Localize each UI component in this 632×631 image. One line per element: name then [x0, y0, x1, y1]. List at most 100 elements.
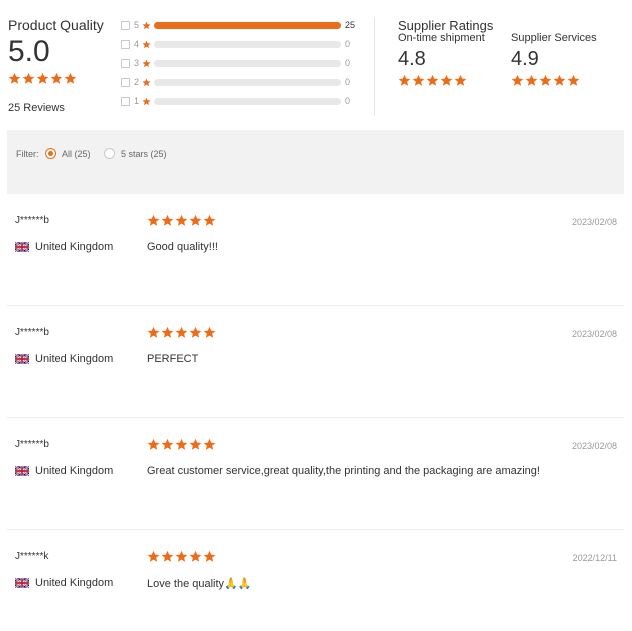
- filter-option-label: 5 stars (25): [121, 148, 167, 159]
- histogram-bar: [154, 98, 341, 105]
- rating-score: 4.9: [511, 48, 539, 70]
- star-icon: [525, 74, 538, 87]
- histogram-row-5[interactable]: 5 25: [121, 20, 361, 39]
- star-icon: [203, 550, 216, 563]
- product-quality-title: Product Quality: [8, 17, 104, 33]
- review-stars: [147, 214, 216, 227]
- review-count: 25 Reviews: [8, 102, 65, 114]
- histogram-count: 25: [345, 20, 356, 30]
- histogram-star-number: 3: [134, 58, 140, 68]
- supplier-services-rating: Supplier Services 4.9: [511, 32, 597, 87]
- star-icon: [142, 59, 151, 68]
- radio-button[interactable]: [104, 148, 115, 159]
- star-icon: [147, 214, 160, 227]
- histogram-bar: [154, 60, 341, 67]
- star-icon: [142, 78, 151, 87]
- review-date: 2023/02/08: [571, 329, 617, 339]
- rating-score: 4.8: [398, 48, 426, 70]
- review-stars: [147, 438, 216, 451]
- star-icon: [189, 550, 202, 563]
- review-date: 2022/12/11: [572, 553, 617, 563]
- product-quality-stars: [8, 72, 77, 85]
- histogram-checkbox[interactable]: [121, 21, 130, 30]
- review-text: Love the quality🙏🙏: [147, 578, 252, 590]
- star-icon: [161, 326, 174, 339]
- star-icon: [398, 74, 411, 87]
- histogram-bar: [154, 22, 341, 29]
- review-item: J******b United Kingdom Good quality!!! …: [7, 194, 624, 306]
- histogram-row-2[interactable]: 2 0: [121, 77, 361, 96]
- star-icon: [567, 74, 580, 87]
- filter-option-5-stars[interactable]: 5 stars (25): [104, 148, 167, 159]
- histogram-star-number: 5: [134, 20, 140, 30]
- reviewer-country: United Kingdom: [15, 465, 113, 477]
- star-icon: [142, 21, 151, 30]
- review-item: J******b United Kingdom PERFECT 2023/02/…: [7, 306, 624, 418]
- histogram-star-number: 1: [134, 96, 140, 106]
- star-icon: [189, 438, 202, 451]
- country-name: United Kingdom: [35, 241, 114, 253]
- star-icon: [412, 74, 425, 87]
- reviewer-name: J******k: [15, 551, 49, 562]
- histogram-bar-fill: [154, 22, 341, 29]
- reviewer-name: J******b: [15, 439, 49, 450]
- histogram-row-1[interactable]: 1 0: [121, 96, 361, 115]
- uk-flag-icon: [15, 578, 29, 588]
- star-icon: [175, 550, 188, 563]
- reviewer-country: United Kingdom: [15, 241, 113, 253]
- star-icon: [142, 40, 151, 49]
- star-icon: [175, 438, 188, 451]
- star-icon: [50, 72, 63, 85]
- filter-bar: Filter: All (25) 5 stars (25): [7, 130, 624, 194]
- filter-label: Filter:: [16, 149, 39, 159]
- star-icon: [142, 97, 151, 106]
- summary-divider: [374, 18, 375, 116]
- filter-option-label: All (25): [62, 148, 91, 159]
- histogram-bar: [154, 41, 341, 48]
- histogram-row-3[interactable]: 3 0: [121, 58, 361, 77]
- review-date: 2023/02/08: [571, 217, 617, 227]
- star-icon: [440, 74, 453, 87]
- uk-flag-icon: [15, 354, 29, 364]
- review-stars: [147, 326, 216, 339]
- filter-option-all[interactable]: All (25): [45, 148, 91, 159]
- star-icon: [175, 326, 188, 339]
- histogram-checkbox[interactable]: [121, 40, 130, 49]
- histogram-checkbox[interactable]: [121, 59, 130, 68]
- review-text: PERFECT: [147, 353, 199, 365]
- histogram-count: 0: [345, 96, 351, 106]
- review-stars: [147, 550, 216, 563]
- review-item: J******b United Kingdom Great customer s…: [7, 418, 624, 530]
- star-icon: [161, 214, 174, 227]
- on-time-shipment-rating: On-time shipment 4.8: [398, 32, 485, 87]
- country-name: United Kingdom: [35, 465, 114, 477]
- star-icon: [511, 74, 524, 87]
- star-icon: [189, 214, 202, 227]
- star-icon: [539, 74, 552, 87]
- star-icon: [203, 438, 216, 451]
- histogram-row-4[interactable]: 4 0: [121, 39, 361, 58]
- star-icon: [36, 72, 49, 85]
- star-icon: [147, 326, 160, 339]
- review-date: 2023/02/08: [571, 441, 617, 451]
- rating-histogram: 5 25 4 0 3 0 2 0 1 0: [121, 20, 361, 115]
- star-icon: [454, 74, 467, 87]
- radio-button-checked[interactable]: [45, 148, 56, 159]
- histogram-count: 0: [345, 39, 351, 49]
- star-icon: [426, 74, 439, 87]
- country-name: United Kingdom: [35, 353, 114, 365]
- star-icon: [8, 72, 21, 85]
- star-icon: [64, 72, 77, 85]
- histogram-star-number: 4: [134, 39, 140, 49]
- histogram-checkbox[interactable]: [121, 97, 130, 106]
- rating-stars: [398, 74, 485, 87]
- reviewer-country: United Kingdom: [15, 577, 113, 589]
- histogram-checkbox[interactable]: [121, 78, 130, 87]
- rating-summary: Product Quality 5.0 25 Reviews 5 25 4 0 …: [0, 0, 632, 128]
- star-icon: [553, 74, 566, 87]
- histogram-count: 0: [345, 77, 351, 87]
- reviewer-country: United Kingdom: [15, 353, 113, 365]
- star-icon: [203, 214, 216, 227]
- review-item: J******k United Kingdom Love the quality…: [7, 530, 624, 631]
- rating-label: On-time shipment: [398, 32, 485, 44]
